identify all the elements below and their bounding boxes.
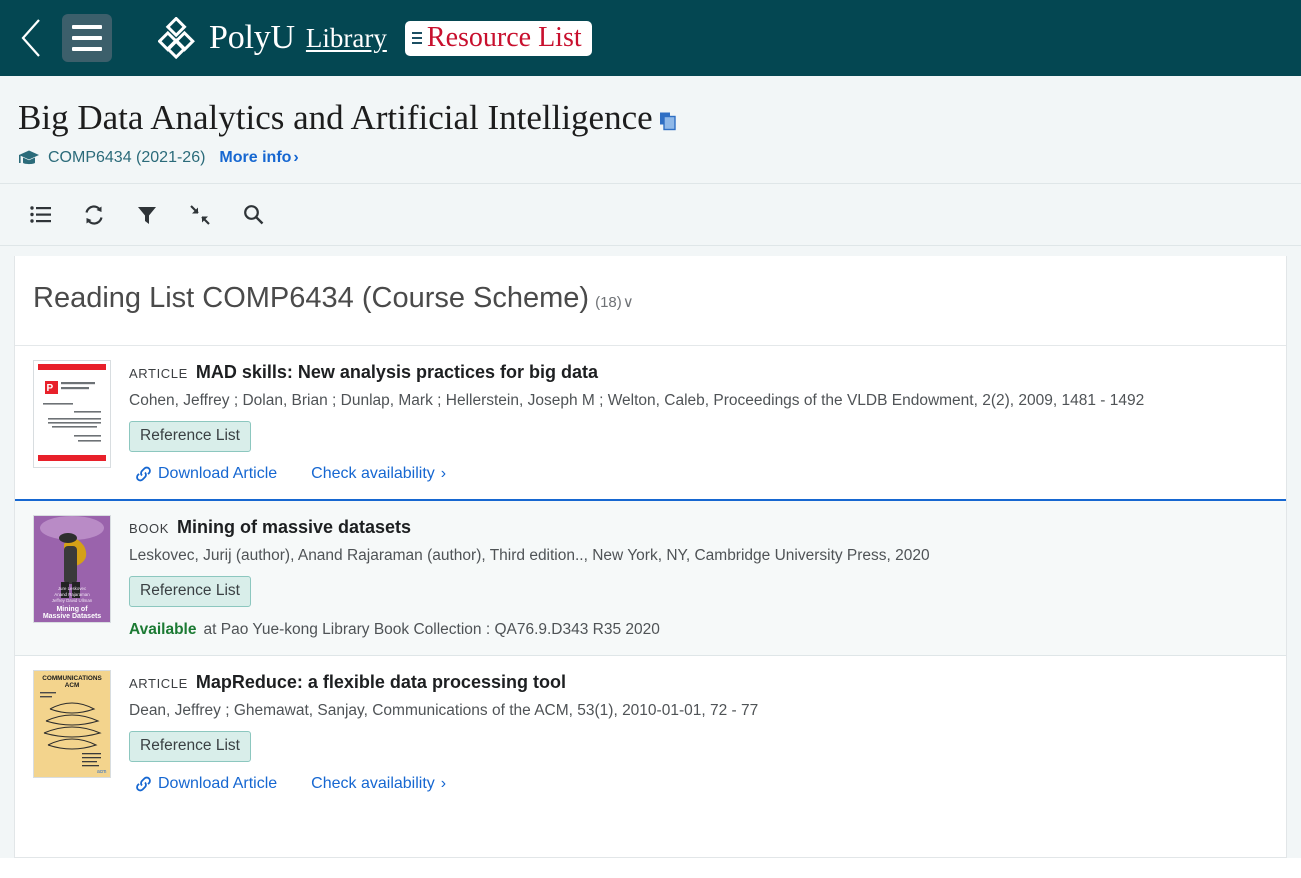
search-icon[interactable] <box>240 202 266 228</box>
brand-name-library: Library <box>305 22 387 53</box>
item-details: BOOK Mining of massive datasets Leskovec… <box>129 515 1268 639</box>
list-item[interactable]: Jure Leskovec Anand Rajaraman Jeffrey Da… <box>15 499 1286 656</box>
item-thumbnail[interactable]: Jure Leskovec Anand Rajaraman Jeffrey Da… <box>33 515 111 624</box>
availability-status: Available <box>129 621 197 639</box>
list-item[interactable]: COMMUNICATIONS ACM acm ARTICLE MapReduce… <box>15 655 1286 809</box>
chevron-right-icon: › <box>440 465 447 483</box>
top-navigation-bar: PolyU Library Resource List <box>0 0 1301 76</box>
hamburger-menu-icon <box>72 25 102 29</box>
svg-text:Jeffrey David Ullman: Jeffrey David Ullman <box>52 598 93 603</box>
polyu-logo-icon <box>158 17 195 59</box>
item-type-label: BOOK <box>129 521 169 537</box>
hamburger-menu-icon <box>72 36 102 40</box>
list-panel-wrapper: Reading List COMP6434 (Course Scheme) (18… <box>0 246 1301 859</box>
more-info-link[interactable]: More info › <box>219 149 298 167</box>
item-metadata: Leskovec, Jurij (author), Anand Rajarama… <box>129 547 930 565</box>
item-details: ARTICLE MAD skills: New analysis practic… <box>129 360 1268 483</box>
resource-list-bars-icon <box>411 31 422 44</box>
chevron-right-icon: › <box>440 775 447 793</box>
availability-location: at Pao Yue-kong Library Book Collection … <box>203 621 660 639</box>
brand-logo-group[interactable]: PolyU Library Resource List <box>158 17 592 59</box>
filter-icon[interactable] <box>134 202 160 228</box>
svg-text:P: P <box>47 383 54 394</box>
reading-list-section-header[interactable]: Reading List COMP6434 (Course Scheme) (18… <box>15 256 1286 347</box>
check-availability-link[interactable]: Check availability › <box>311 465 446 483</box>
download-article-label: Download Article <box>158 775 278 793</box>
check-availability-label: Check availability <box>311 465 435 483</box>
back-button[interactable] <box>10 12 54 64</box>
brand-name-polyu: PolyU <box>209 19 295 56</box>
collapse-icon[interactable] <box>187 202 213 228</box>
item-actions: Download Article Check availability › <box>129 775 1268 793</box>
page-header: Big Data Analytics and Artificial Intell… <box>0 76 1301 185</box>
chain-link-icon <box>136 466 151 482</box>
item-tag-badge[interactable]: Reference List <box>129 731 251 763</box>
hamburger-menu-icon <box>72 47 102 51</box>
item-thumbnail[interactable]: P <box>33 360 111 469</box>
svg-text:Jure Leskovec: Jure Leskovec <box>58 586 87 591</box>
item-title[interactable]: MAD skills: New analysis practices for b… <box>196 362 598 383</box>
item-thumbnail[interactable]: COMMUNICATIONS ACM acm <box>33 670 111 779</box>
list-view-icon[interactable] <box>28 202 54 228</box>
more-info-label: More info <box>219 149 292 167</box>
graduation-cap-icon <box>19 150 39 165</box>
download-article-link[interactable]: Download Article <box>135 775 277 793</box>
section-title: Reading List COMP6434 (Course Scheme) <box>33 282 590 315</box>
item-type-label: ARTICLE <box>129 366 188 382</box>
chain-link-icon <box>136 776 151 792</box>
item-title[interactable]: MapReduce: a flexible data processing to… <box>196 672 566 693</box>
chevron-down-icon[interactable]: ∨ <box>623 294 634 311</box>
item-title[interactable]: Mining of massive datasets <box>177 517 411 538</box>
item-metadata: Cohen, Jeffrey ; Dolan, Brian ; Dunlap, … <box>129 392 1145 410</box>
check-availability-label: Check availability <box>311 775 435 793</box>
refresh-icon[interactable] <box>81 202 107 228</box>
svg-text:Anand Rajaraman: Anand Rajaraman <box>54 592 90 597</box>
svg-text:Massive Datasets: Massive Datasets <box>43 613 101 620</box>
item-actions: Download Article Check availability › <box>129 465 1268 483</box>
section-item-count: (18) <box>595 294 622 312</box>
list-toolbar <box>0 184 1301 247</box>
chevron-right-icon: › <box>293 149 299 167</box>
item-details: ARTICLE MapReduce: a flexible data proce… <box>129 670 1268 793</box>
check-availability-link[interactable]: Check availability › <box>311 775 446 793</box>
svg-text:ACM: ACM <box>65 682 80 689</box>
item-metadata: Dean, Jeffrey ; Ghemawat, Sanjay, Commun… <box>129 702 759 720</box>
hamburger-menu-button[interactable] <box>62 14 112 62</box>
item-availability: Available at Pao Yue-kong Library Book Co… <box>129 621 1268 639</box>
resource-list-label: Resource List <box>426 21 582 53</box>
list-item[interactable]: P ARTICLE MAD skills: New analysis pract… <box>15 346 1286 499</box>
svg-text:Mining of: Mining of <box>56 606 88 613</box>
svg-text:acm: acm <box>97 769 106 775</box>
reading-list-panel: Reading List COMP6434 (Course Scheme) (18… <box>14 256 1287 859</box>
resource-list-chip[interactable]: Resource List <box>404 20 592 56</box>
item-type-label: ARTICLE <box>129 676 188 692</box>
download-article-link[interactable]: Download Article <box>135 465 277 483</box>
copy-icon[interactable] <box>659 111 677 131</box>
item-tag-badge[interactable]: Reference List <box>129 421 251 453</box>
item-tag-badge[interactable]: Reference List <box>129 576 251 608</box>
course-code: COMP6434 (2021-26) <box>48 149 206 167</box>
svg-text:COMMUNICATIONS: COMMUNICATIONS <box>42 675 102 682</box>
download-article-label: Download Article <box>158 465 278 483</box>
chevron-left-icon <box>21 19 40 57</box>
page-title: Big Data Analytics and Artificial Intell… <box>18 98 653 137</box>
